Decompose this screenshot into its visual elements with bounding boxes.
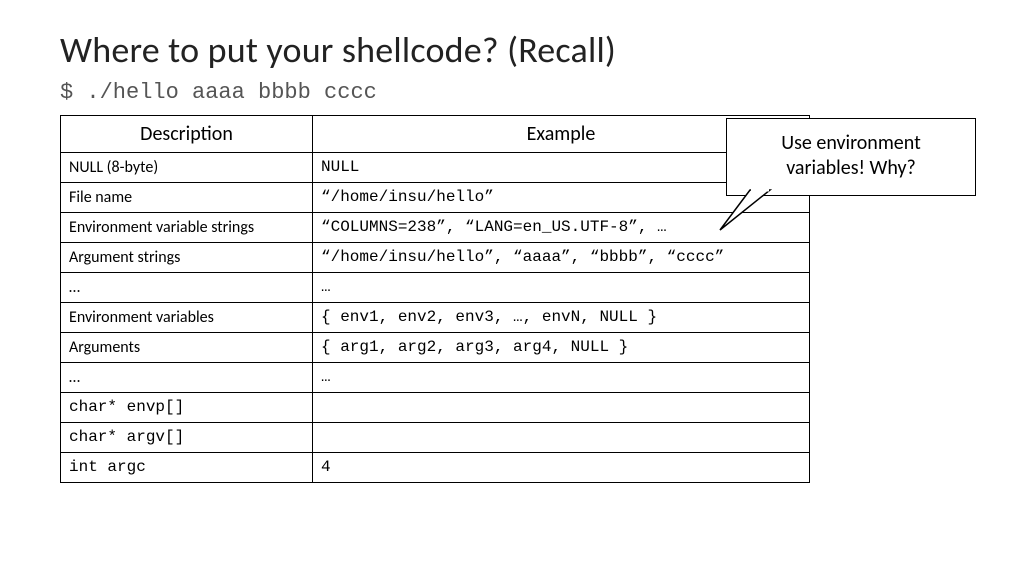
cell-desc: char* envp[]	[61, 393, 313, 423]
table-row: … …	[61, 363, 810, 393]
table-row: Environment variable strings “COLUMNS=23…	[61, 213, 810, 243]
table-header-row: Description Example	[61, 116, 810, 153]
cell-example: { arg1, arg2, arg3, arg4, NULL }	[313, 333, 810, 363]
callout: Use environment variables! Why?	[726, 118, 976, 196]
table-row: File name “/home/insu/hello”	[61, 183, 810, 213]
cell-desc: int argc	[61, 453, 313, 483]
header-description: Description	[61, 116, 313, 153]
table-row: Argument strings “/home/insu/hello”, “aa…	[61, 243, 810, 273]
cell-desc: NULL (8-byte)	[61, 153, 313, 183]
cell-desc: char* argv[]	[61, 423, 313, 453]
cell-example: …	[313, 363, 810, 393]
cell-example: 4	[313, 453, 810, 483]
cell-example	[313, 393, 810, 423]
command-line: $ ./hello aaaa bbbb cccc	[60, 80, 964, 105]
callout-line2: variables! Why?	[786, 156, 916, 180]
cell-example: “/home/insu/hello”, “aaaa”, “bbbb”, “ccc…	[313, 243, 810, 273]
cell-example: …	[313, 273, 810, 303]
table-row: int argc 4	[61, 453, 810, 483]
table-row: NULL (8-byte) NULL	[61, 153, 810, 183]
table-row: char* envp[]	[61, 393, 810, 423]
table-row: Arguments { arg1, arg2, arg3, arg4, NULL…	[61, 333, 810, 363]
cell-example	[313, 423, 810, 453]
callout-tail-icon	[720, 190, 780, 240]
page-title: Where to put your shellcode? (Recall)	[60, 28, 964, 72]
slide: Where to put your shellcode? (Recall) $ …	[0, 0, 1024, 576]
cell-desc: …	[61, 273, 313, 303]
table-row: … …	[61, 273, 810, 303]
cell-desc: …	[61, 363, 313, 393]
cell-desc: Argument strings	[61, 243, 313, 273]
table-row: Environment variables { env1, env2, env3…	[61, 303, 810, 333]
cell-desc: Arguments	[61, 333, 313, 363]
cell-example: { env1, env2, env3, …, envN, NULL }	[313, 303, 810, 333]
cell-desc: File name	[61, 183, 313, 213]
callout-line1: Use environment	[781, 131, 921, 155]
memory-layout-table: Description Example NULL (8-byte) NULL F…	[60, 115, 810, 483]
table-row: char* argv[]	[61, 423, 810, 453]
cell-desc: Environment variables	[61, 303, 313, 333]
cell-desc: Environment variable strings	[61, 213, 313, 243]
callout-box: Use environment variables! Why?	[726, 118, 976, 196]
